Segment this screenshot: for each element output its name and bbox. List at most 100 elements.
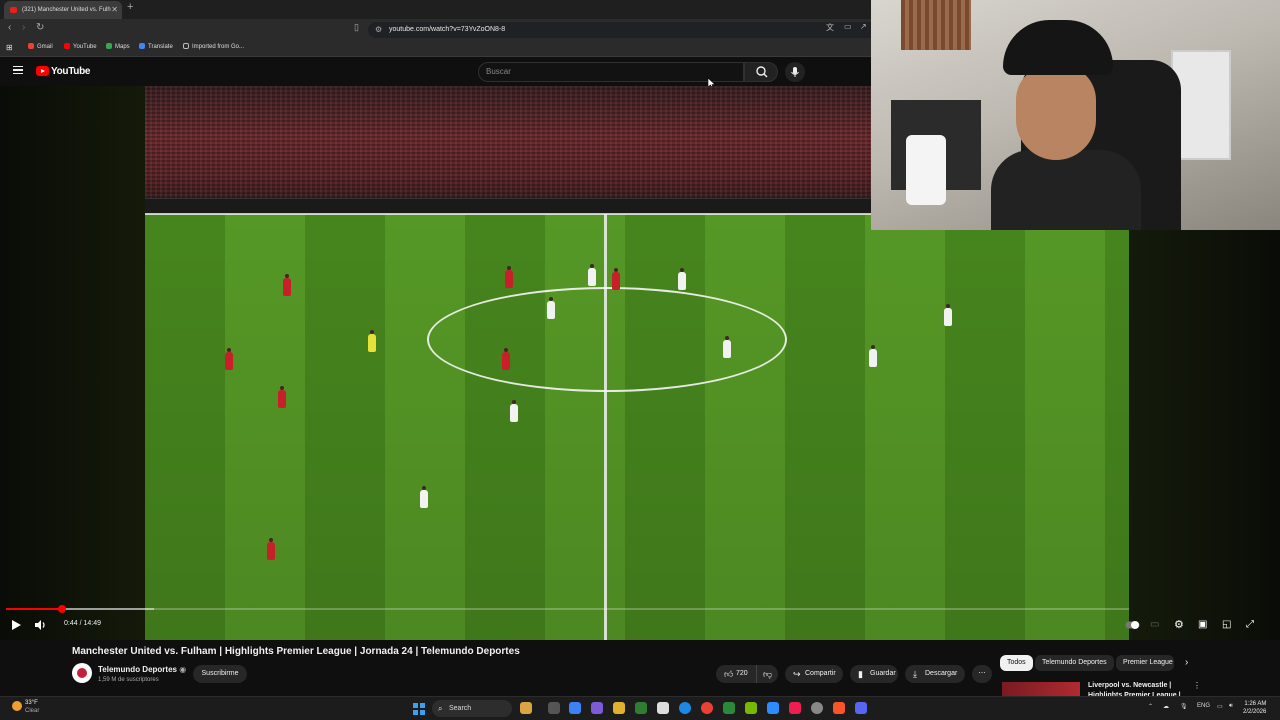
player-white xyxy=(420,486,428,508)
like-button[interactable]: 👍︎ 720 xyxy=(716,665,756,683)
player-red xyxy=(502,348,510,370)
bookmark-youtube[interactable]: YouTube xyxy=(64,40,97,55)
chip-todos[interactable]: Todos xyxy=(1000,655,1033,671)
gmail-icon xyxy=(28,43,34,49)
more-icon: ⋯ xyxy=(978,670,986,677)
bookmark-maps[interactable]: Maps xyxy=(106,40,130,55)
reload-icon[interactable]: ↻ xyxy=(36,22,44,33)
save-icon: ▮ xyxy=(858,669,863,679)
referee xyxy=(368,330,376,352)
settings-gear-icon[interactable]: ⚙ xyxy=(1174,618,1184,632)
zoom-icon[interactable] xyxy=(767,702,779,714)
player-red xyxy=(612,268,620,290)
chip-telemundo[interactable]: Telemundo Deportes xyxy=(1035,655,1114,671)
search-button[interactable] xyxy=(744,62,778,82)
player-red xyxy=(505,266,513,288)
verified-icon: ◉ xyxy=(179,665,187,674)
obs-icon[interactable] xyxy=(811,702,823,714)
bookmark-star-icon[interactable]: ▯ xyxy=(354,22,359,33)
download-button[interactable]: ⤓ Descargar xyxy=(905,665,965,683)
volume-icon[interactable] xyxy=(34,619,47,631)
task-view-icon[interactable] xyxy=(548,702,560,714)
center-circle xyxy=(427,287,787,392)
network-icon[interactable]: ▭ xyxy=(1217,703,1223,710)
youtube-header: YouTube Buscar xyxy=(0,57,872,89)
speaker-icon[interactable]: 🔊︎ xyxy=(1229,703,1233,710)
app-icon-green[interactable] xyxy=(723,702,735,714)
site-info-icon[interactable]: ⚙ xyxy=(375,22,382,38)
dislike-button[interactable]: 👎︎ xyxy=(756,665,778,683)
progress-bar[interactable] xyxy=(6,608,1129,610)
bookmarks-bar: ⊞ Gmail YouTube Maps Translate Imported … xyxy=(0,40,872,57)
search-icon xyxy=(756,66,768,78)
search-input[interactable]: Buscar xyxy=(478,62,744,82)
forward-icon[interactable]: › xyxy=(22,22,25,33)
discord-icon[interactable] xyxy=(855,702,867,714)
voice-search-button[interactable] xyxy=(785,62,805,82)
browser-tab[interactable]: (321) Manchester United vs. Fulh ✕ xyxy=(4,1,122,19)
folder-icon xyxy=(183,43,189,49)
copilot-icon[interactable] xyxy=(569,702,581,714)
translate-icon[interactable]: 文 xyxy=(826,22,834,33)
progress-fill xyxy=(6,608,62,610)
scrubber-handle[interactable] xyxy=(58,605,66,613)
microphone-tray-icon[interactable]: 🎙︎ xyxy=(1180,703,1188,710)
language-indicator[interactable]: ENG xyxy=(1197,703,1210,709)
fullscreen-icon[interactable]: ⤢ xyxy=(1246,618,1254,632)
cast-screen-icon[interactable]: ◱ xyxy=(1222,618,1231,632)
bookmark-translate[interactable]: Translate xyxy=(139,40,173,55)
weather-condition: Clear xyxy=(25,708,40,714)
start-windows-icon[interactable] xyxy=(413,703,425,715)
cast-icon[interactable]: ▭ xyxy=(844,22,852,31)
youtube-logo-icon[interactable] xyxy=(36,66,49,76)
player-white xyxy=(510,400,518,422)
save-button[interactable]: ▮ Guardar xyxy=(850,665,898,683)
bookmark-imported[interactable]: Imported from Go... xyxy=(183,40,244,55)
teams-icon[interactable] xyxy=(591,702,603,714)
player-red xyxy=(278,386,286,408)
chrome-icon[interactable] xyxy=(701,702,713,714)
tiktok-icon[interactable] xyxy=(789,702,801,714)
bookmark-gmail[interactable]: Gmail xyxy=(28,40,53,55)
play-icon[interactable] xyxy=(10,619,22,631)
share-icon[interactable]: ↗ xyxy=(860,22,867,31)
onedrive-icon[interactable]: ☁ xyxy=(1163,703,1169,710)
channel-avatar[interactable] xyxy=(72,663,92,683)
share-button[interactable]: ↪ Compartir xyxy=(785,665,843,683)
tray-chevron-icon[interactable]: ⌃ xyxy=(1148,703,1153,710)
recommended-menu-icon[interactable]: ⋮ xyxy=(1193,681,1201,690)
file-explorer-icon[interactable] xyxy=(613,702,625,714)
taskbar-search[interactable]: ⌕ Search xyxy=(432,700,512,717)
thumbs-down-icon: 👎︎ xyxy=(763,669,773,679)
subtitles-icon[interactable]: ▭ xyxy=(1150,618,1159,632)
close-tab-icon[interactable]: ✕ xyxy=(111,1,118,19)
widgets-icon[interactable] xyxy=(520,702,532,714)
maps-icon xyxy=(106,43,112,49)
subscriber-count: 1,59 M de suscriptores xyxy=(98,677,159,683)
apps-grid-icon[interactable]: ⊞ xyxy=(6,40,13,55)
system-clock[interactable]: 1:26 AM 2/2/2026 xyxy=(1243,700,1266,716)
recommended-thumbnail[interactable] xyxy=(1002,682,1080,696)
channel-name[interactable]: Telemundo Deportes ◉ xyxy=(98,665,186,674)
brave-icon[interactable] xyxy=(833,702,845,714)
weather-icon[interactable] xyxy=(12,701,22,711)
more-actions-button[interactable]: ⋯ xyxy=(972,665,992,683)
back-icon[interactable]: ‹ xyxy=(8,22,11,33)
subscribe-button[interactable]: Suscribirme xyxy=(193,665,247,683)
edge-icon[interactable] xyxy=(679,702,691,714)
new-tab-button[interactable]: + xyxy=(127,1,133,13)
youtube-logo-text[interactable]: YouTube xyxy=(51,66,91,77)
address-bar[interactable]: ⚙ youtube.com/watch?v=73YvZoON8-8 xyxy=(368,22,872,38)
browser-tab-bar: (321) Manchester United vs. Fulh ✕ + xyxy=(0,0,872,19)
miniplayer-icon[interactable]: ▣ xyxy=(1198,618,1207,632)
autoplay-toggle-icon[interactable] xyxy=(1125,620,1140,630)
nvidia-icon[interactable] xyxy=(745,702,757,714)
windows-taskbar: 33°F Clear ⌕ Search ⌃ ☁ 🎙︎ ENG ▭ 🔊︎ 1:26… xyxy=(0,696,1280,720)
notepad-icon[interactable] xyxy=(657,702,669,714)
chip-premier-league[interactable]: Premier League xyxy=(1116,655,1174,671)
chips-next-icon[interactable]: › xyxy=(1185,657,1188,668)
xbox-icon[interactable] xyxy=(635,702,647,714)
black-cap xyxy=(1003,20,1113,75)
menu-icon[interactable] xyxy=(13,66,23,74)
weather-temp: 33°F xyxy=(25,700,38,706)
